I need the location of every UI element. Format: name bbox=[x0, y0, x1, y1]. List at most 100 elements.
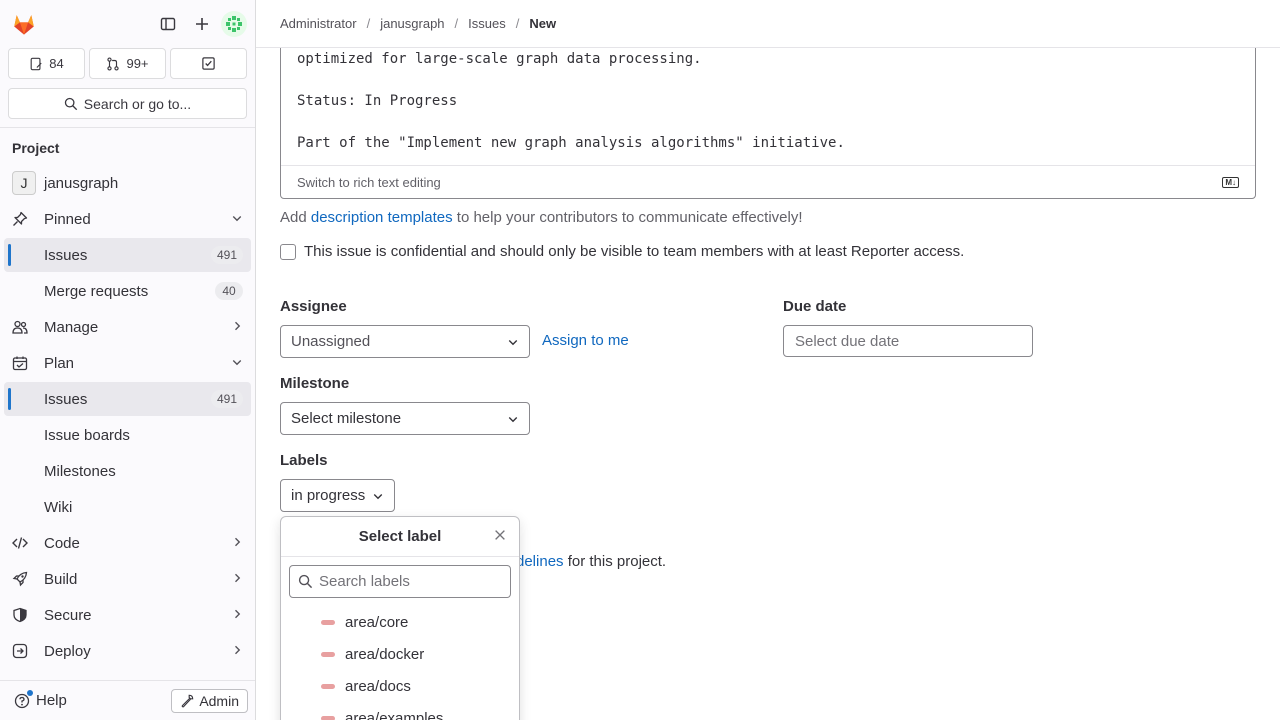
assignee-select[interactable]: Unassigned bbox=[280, 325, 530, 358]
rocket-icon bbox=[12, 571, 36, 587]
markdown-icon: M↓ bbox=[1222, 176, 1239, 188]
due-date-input[interactable]: Select due date bbox=[783, 325, 1033, 357]
sidebar-item-build[interactable]: Build bbox=[4, 562, 251, 596]
section-heading: Project bbox=[12, 140, 60, 156]
label-option-text: area/examples bbox=[345, 709, 444, 720]
sidebar-item-label: Issues bbox=[44, 246, 88, 264]
project-name: janusgraph bbox=[44, 174, 119, 192]
labels-select[interactable]: in progress bbox=[280, 479, 395, 512]
gitlab-logo-icon[interactable] bbox=[10, 10, 38, 38]
label-color-swatch bbox=[321, 651, 335, 657]
breadcrumb-separator: / bbox=[515, 16, 520, 31]
sidebar-item-project[interactable]: J janusgraph bbox=[4, 166, 251, 200]
sidebar-item-plan-issues[interactable]: Issues 491 bbox=[4, 382, 251, 416]
sidebar-item-label: Issue boards bbox=[44, 426, 130, 444]
description-templates-link[interactable]: description templates bbox=[311, 209, 453, 226]
notification-dot bbox=[27, 690, 33, 696]
chevron-right-icon bbox=[231, 607, 243, 624]
assignee-label: Assignee bbox=[280, 298, 347, 315]
user-avatar[interactable] bbox=[221, 11, 247, 37]
breadcrumb-separator: / bbox=[366, 16, 371, 31]
labels-label: Labels bbox=[280, 452, 328, 469]
admin-button[interactable]: Admin bbox=[171, 688, 248, 713]
description-line: Part of the "Implement new graph analysi… bbox=[297, 135, 845, 151]
chevron-down-icon bbox=[508, 416, 518, 422]
chevron-right-icon bbox=[231, 319, 243, 336]
chevron-down-icon bbox=[231, 211, 243, 228]
sidebar-item-deploy[interactable]: Deploy bbox=[4, 634, 251, 668]
guidelines-suffix: for this project. bbox=[563, 553, 667, 570]
calendar-icon bbox=[12, 355, 36, 371]
assigned-issues-button[interactable]: 84 bbox=[8, 48, 85, 79]
description-editor[interactable]: optimized for large-scale graph data pro… bbox=[280, 28, 1256, 199]
breadcrumb-separator: / bbox=[454, 16, 459, 31]
breadcrumb-item[interactable]: Issues bbox=[468, 16, 506, 31]
count-badge: 491 bbox=[210, 390, 243, 408]
create-new-icon[interactable] bbox=[187, 9, 217, 39]
templates-suffix: to help your contributors to communicate… bbox=[452, 209, 803, 226]
milestone-value: Select milestone bbox=[291, 410, 402, 427]
project-avatar: J bbox=[12, 171, 36, 195]
sidebar-item-code[interactable]: Code bbox=[4, 526, 251, 560]
close-icon[interactable] bbox=[493, 528, 507, 546]
help-button[interactable]: Help bbox=[14, 690, 67, 709]
guidelines-link[interactable]: delines bbox=[516, 553, 564, 570]
pinned-label: Pinned bbox=[44, 210, 91, 228]
sidebar-item-label: Merge requests bbox=[44, 282, 149, 300]
label-option[interactable]: area/docker bbox=[281, 638, 519, 670]
label-option[interactable]: area/core bbox=[281, 606, 519, 638]
toggle-sidebar-icon[interactable] bbox=[153, 9, 183, 39]
search-button[interactable]: Search or go to... bbox=[8, 88, 247, 119]
search-icon bbox=[64, 97, 77, 110]
wrench-icon bbox=[181, 694, 194, 707]
due-date-label: Due date bbox=[783, 298, 847, 315]
switch-rich-text-button[interactable]: Switch to rich text editing bbox=[297, 175, 441, 190]
pin-icon bbox=[12, 211, 36, 227]
breadcrumb-item[interactable]: janusgraph bbox=[380, 16, 444, 31]
description-line: Status: In Progress bbox=[297, 93, 458, 109]
sidebar-item-label: Manage bbox=[44, 318, 99, 336]
label-option[interactable]: area/examples bbox=[281, 702, 519, 720]
label-option-text: area/core bbox=[345, 613, 409, 631]
sidebar-item-pinned-issues[interactable]: Issues 491 bbox=[4, 238, 251, 272]
label-color-swatch bbox=[321, 619, 335, 625]
sidebar-item-label: Wiki bbox=[44, 498, 73, 516]
merge-requests-button[interactable]: 99+ bbox=[89, 48, 166, 79]
sidebar-item-plan[interactable]: Plan bbox=[4, 346, 251, 380]
help-label: Help bbox=[36, 692, 67, 709]
description-line bbox=[297, 112, 1239, 133]
confidential-checkbox[interactable] bbox=[280, 243, 296, 260]
chevron-right-icon bbox=[231, 643, 243, 660]
editor-footer: Switch to rich text editing M↓ bbox=[281, 165, 1255, 198]
sidebar: 84 99+ Search or go to... Project J janu… bbox=[0, 0, 256, 720]
todos-button[interactable] bbox=[170, 48, 247, 79]
chevron-down-icon bbox=[231, 355, 243, 372]
sidebar-item-label: Secure bbox=[44, 606, 92, 624]
sidebar-item-wiki[interactable]: Wiki bbox=[4, 490, 251, 524]
sidebar-item-label: Plan bbox=[44, 354, 75, 372]
assignee-value: Unassigned bbox=[291, 333, 371, 350]
sidebar-item-secure[interactable]: Secure bbox=[4, 598, 251, 632]
sidebar-item-label: Build bbox=[44, 570, 78, 588]
chevron-down-icon bbox=[373, 493, 383, 499]
label-option[interactable]: area/docs bbox=[281, 670, 519, 702]
code-icon bbox=[12, 535, 36, 551]
label-search-input[interactable]: Search labels bbox=[289, 565, 511, 598]
label-color-swatch bbox=[321, 683, 335, 689]
sidebar-item-pinned-merge-requests[interactable]: Merge requests 40 bbox=[4, 274, 251, 308]
sidebar-item-manage[interactable]: Manage bbox=[4, 310, 251, 344]
chevron-right-icon bbox=[231, 571, 243, 588]
description-line: optimized for large-scale graph data pro… bbox=[297, 51, 702, 67]
admin-label: Admin bbox=[199, 692, 239, 709]
sidebar-item-milestones[interactable]: Milestones bbox=[4, 454, 251, 488]
assign-to-me-link[interactable]: Assign to me bbox=[542, 332, 629, 349]
breadcrumb-item[interactable]: Administrator bbox=[280, 16, 357, 31]
users-icon bbox=[12, 319, 36, 335]
label-option-text: area/docs bbox=[345, 677, 411, 695]
milestone-select[interactable]: Select milestone bbox=[280, 402, 530, 435]
confidential-label: This issue is confidential and should on… bbox=[304, 243, 965, 260]
sidebar-item-pinned[interactable]: Pinned bbox=[4, 202, 251, 236]
chevron-down-icon bbox=[508, 339, 518, 345]
label-option-text: area/docker bbox=[345, 645, 425, 663]
sidebar-item-issue-boards[interactable]: Issue boards bbox=[4, 418, 251, 452]
